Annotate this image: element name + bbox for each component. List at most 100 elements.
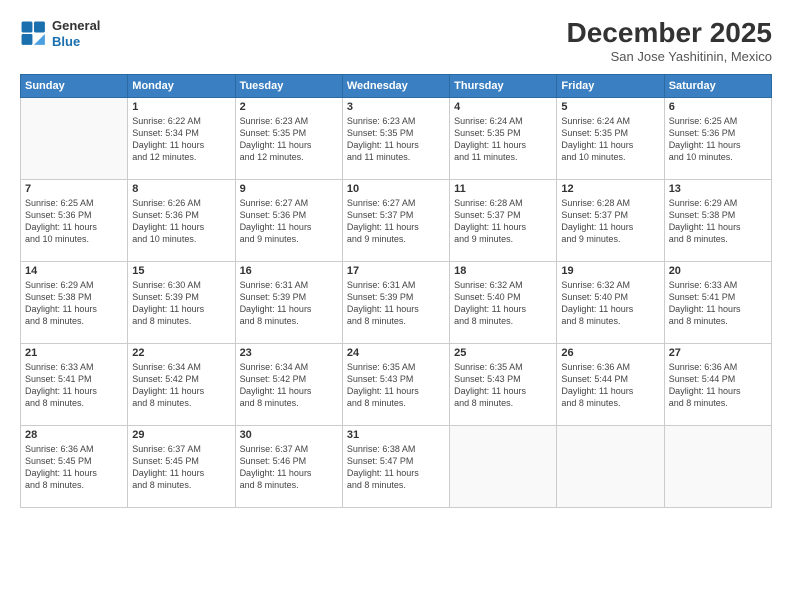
calendar-cell: 31 Sunrise: 6:38 AM Sunset: 5:47 PM Dayli…	[342, 425, 449, 507]
week-row-2: 7 Sunrise: 6:25 AM Sunset: 5:36 PM Daylig…	[21, 179, 772, 261]
day-number: 20	[669, 265, 767, 277]
day-info: Sunrise: 6:25 AM Sunset: 5:36 PM Dayligh…	[669, 115, 767, 164]
day-info: Sunrise: 6:28 AM Sunset: 5:37 PM Dayligh…	[454, 197, 552, 246]
day-info: Sunrise: 6:26 AM Sunset: 5:36 PM Dayligh…	[132, 197, 230, 246]
day-number: 5	[561, 101, 659, 113]
day-info: Sunrise: 6:36 AM Sunset: 5:45 PM Dayligh…	[25, 443, 123, 492]
day-number: 13	[669, 183, 767, 195]
calendar-table: SundayMondayTuesdayWednesdayThursdayFrid…	[20, 74, 772, 508]
day-number: 8	[132, 183, 230, 195]
day-number: 7	[25, 183, 123, 195]
calendar-cell: 2 Sunrise: 6:23 AM Sunset: 5:35 PM Daylig…	[235, 97, 342, 179]
day-info: Sunrise: 6:28 AM Sunset: 5:37 PM Dayligh…	[561, 197, 659, 246]
day-info: Sunrise: 6:32 AM Sunset: 5:40 PM Dayligh…	[561, 279, 659, 328]
logo-line1: General	[52, 18, 100, 33]
calendar-cell: 23Sunrise: 6:34 AM Sunset: 5:42 PM Dayli…	[235, 343, 342, 425]
day-info: Sunrise: 6:36 AM Sunset: 5:44 PM Dayligh…	[669, 361, 767, 410]
calendar-cell: 9 Sunrise: 6:27 AM Sunset: 5:36 PM Daylig…	[235, 179, 342, 261]
day-number: 12	[561, 183, 659, 195]
calendar-cell: 18Sunrise: 6:32 AM Sunset: 5:40 PM Dayli…	[450, 261, 557, 343]
calendar-cell: 19 Sunrise: 6:32 AM Sunset: 5:40 PM Dayli…	[557, 261, 664, 343]
weekday-sunday: Sunday	[21, 74, 128, 97]
title-area: December 2025 San Jose Yashitinin, Mexic…	[567, 18, 772, 64]
day-info: Sunrise: 6:31 AM Sunset: 5:39 PM Dayligh…	[240, 279, 338, 328]
day-info: Sunrise: 6:32 AM Sunset: 5:40 PM Dayligh…	[454, 279, 552, 328]
day-number: 24	[347, 347, 445, 359]
day-info: Sunrise: 6:23 AM Sunset: 5:35 PM Dayligh…	[240, 115, 338, 164]
calendar-cell: 25Sunrise: 6:35 AM Sunset: 5:43 PM Dayli…	[450, 343, 557, 425]
day-number: 15	[132, 265, 230, 277]
logo: General Blue	[20, 18, 100, 49]
weekday-thursday: Thursday	[450, 74, 557, 97]
calendar-cell: 13 Sunrise: 6:29 AM Sunset: 5:38 PM Dayli…	[664, 179, 771, 261]
day-info: Sunrise: 6:33 AM Sunset: 5:41 PM Dayligh…	[669, 279, 767, 328]
calendar-cell: 22Sunrise: 6:34 AM Sunset: 5:42 PM Dayli…	[128, 343, 235, 425]
main-title: December 2025	[567, 18, 772, 49]
calendar-cell: 7 Sunrise: 6:25 AM Sunset: 5:36 PM Daylig…	[21, 179, 128, 261]
day-number: 25	[454, 347, 552, 359]
logo-text: General Blue	[52, 18, 100, 49]
calendar-cell	[664, 425, 771, 507]
logo-icon	[20, 20, 48, 48]
day-info: Sunrise: 6:23 AM Sunset: 5:35 PM Dayligh…	[347, 115, 445, 164]
day-info: Sunrise: 6:34 AM Sunset: 5:42 PM Dayligh…	[240, 361, 338, 410]
day-number: 21	[25, 347, 123, 359]
day-info: Sunrise: 6:24 AM Sunset: 5:35 PM Dayligh…	[561, 115, 659, 164]
day-number: 3	[347, 101, 445, 113]
calendar-cell: 29 Sunrise: 6:37 AM Sunset: 5:45 PM Dayli…	[128, 425, 235, 507]
day-number: 31	[347, 429, 445, 441]
day-info: Sunrise: 6:27 AM Sunset: 5:37 PM Dayligh…	[347, 197, 445, 246]
weekday-tuesday: Tuesday	[235, 74, 342, 97]
calendar-cell: 14 Sunrise: 6:29 AM Sunset: 5:38 PM Dayli…	[21, 261, 128, 343]
calendar-cell: 28 Sunrise: 6:36 AM Sunset: 5:45 PM Dayli…	[21, 425, 128, 507]
day-number: 22	[132, 347, 230, 359]
weekday-monday: Monday	[128, 74, 235, 97]
weekday-wednesday: Wednesday	[342, 74, 449, 97]
calendar-page: General Blue December 2025 San Jose Yash…	[0, 0, 792, 612]
day-number: 14	[25, 265, 123, 277]
calendar-cell: 27 Sunrise: 6:36 AM Sunset: 5:44 PM Dayli…	[664, 343, 771, 425]
day-info: Sunrise: 6:27 AM Sunset: 5:36 PM Dayligh…	[240, 197, 338, 246]
day-info: Sunrise: 6:29 AM Sunset: 5:38 PM Dayligh…	[669, 197, 767, 246]
day-info: Sunrise: 6:33 AM Sunset: 5:41 PM Dayligh…	[25, 361, 123, 410]
calendar-cell: 15 Sunrise: 6:30 AM Sunset: 5:39 PM Dayli…	[128, 261, 235, 343]
calendar-cell: 16Sunrise: 6:31 AM Sunset: 5:39 PM Dayli…	[235, 261, 342, 343]
weekday-header-row: SundayMondayTuesdayWednesdayThursdayFrid…	[21, 74, 772, 97]
calendar-cell: 5 Sunrise: 6:24 AM Sunset: 5:35 PM Daylig…	[557, 97, 664, 179]
calendar-cell: 4Sunrise: 6:24 AM Sunset: 5:35 PM Daylig…	[450, 97, 557, 179]
week-row-1: 1Sunrise: 6:22 AM Sunset: 5:34 PM Daylig…	[21, 97, 772, 179]
day-number: 28	[25, 429, 123, 441]
day-number: 30	[240, 429, 338, 441]
calendar-cell: 17Sunrise: 6:31 AM Sunset: 5:39 PM Dayli…	[342, 261, 449, 343]
day-number: 29	[132, 429, 230, 441]
weekday-saturday: Saturday	[664, 74, 771, 97]
day-number: 2	[240, 101, 338, 113]
calendar-cell: 11Sunrise: 6:28 AM Sunset: 5:37 PM Dayli…	[450, 179, 557, 261]
week-row-3: 14 Sunrise: 6:29 AM Sunset: 5:38 PM Dayli…	[21, 261, 772, 343]
calendar-cell: 8 Sunrise: 6:26 AM Sunset: 5:36 PM Daylig…	[128, 179, 235, 261]
day-number: 4	[454, 101, 552, 113]
day-info: Sunrise: 6:30 AM Sunset: 5:39 PM Dayligh…	[132, 279, 230, 328]
calendar-cell	[21, 97, 128, 179]
calendar-cell: 20 Sunrise: 6:33 AM Sunset: 5:41 PM Dayli…	[664, 261, 771, 343]
day-info: Sunrise: 6:31 AM Sunset: 5:39 PM Dayligh…	[347, 279, 445, 328]
header: General Blue December 2025 San Jose Yash…	[20, 18, 772, 64]
calendar-cell: 1Sunrise: 6:22 AM Sunset: 5:34 PM Daylig…	[128, 97, 235, 179]
calendar-cell: 10 Sunrise: 6:27 AM Sunset: 5:37 PM Dayli…	[342, 179, 449, 261]
day-number: 19	[561, 265, 659, 277]
calendar-cell: 26Sunrise: 6:36 AM Sunset: 5:44 PM Dayli…	[557, 343, 664, 425]
day-info: Sunrise: 6:37 AM Sunset: 5:45 PM Dayligh…	[132, 443, 230, 492]
calendar-cell: 21 Sunrise: 6:33 AM Sunset: 5:41 PM Dayli…	[21, 343, 128, 425]
calendar-cell	[450, 425, 557, 507]
day-number: 27	[669, 347, 767, 359]
day-number: 9	[240, 183, 338, 195]
day-number: 10	[347, 183, 445, 195]
calendar-cell: 12 Sunrise: 6:28 AM Sunset: 5:37 PM Dayli…	[557, 179, 664, 261]
calendar-cell: 3 Sunrise: 6:23 AM Sunset: 5:35 PM Daylig…	[342, 97, 449, 179]
day-number: 6	[669, 101, 767, 113]
day-info: Sunrise: 6:29 AM Sunset: 5:38 PM Dayligh…	[25, 279, 123, 328]
day-info: Sunrise: 6:38 AM Sunset: 5:47 PM Dayligh…	[347, 443, 445, 492]
day-number: 1	[132, 101, 230, 113]
week-row-4: 21 Sunrise: 6:33 AM Sunset: 5:41 PM Dayli…	[21, 343, 772, 425]
day-info: Sunrise: 6:25 AM Sunset: 5:36 PM Dayligh…	[25, 197, 123, 246]
